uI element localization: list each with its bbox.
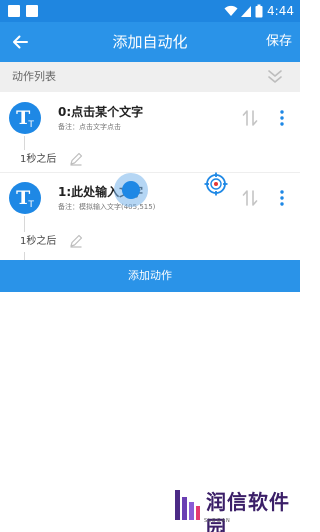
notification-square-icon	[26, 5, 38, 17]
action-list-header: 动作列表	[0, 62, 300, 92]
signal-icon	[241, 6, 251, 17]
text-action-icon: TT	[9, 182, 41, 214]
divider	[0, 172, 300, 173]
action-note: 备注：点击文字点击	[58, 123, 121, 131]
double-chevron-down-icon[interactable]	[266, 68, 284, 86]
timeline-connector	[24, 252, 25, 260]
avatar-sub-letter: T	[28, 120, 34, 130]
save-button[interactable]: 保存	[266, 32, 292, 52]
watermark-text: 润信软件园	[206, 490, 290, 532]
edit-pencil-icon[interactable]	[69, 234, 83, 248]
timeline-connector	[24, 136, 25, 150]
sort-handle-icon[interactable]	[240, 108, 260, 128]
avatar-sub-letter: T	[28, 200, 34, 210]
timeline-connector	[24, 216, 25, 232]
app-screen: 4:44 添加自动化 保存 动作列表 TT 0:点击某个文字 备注：点击文字点击	[0, 0, 300, 532]
add-action-button[interactable]: 添加动作	[0, 260, 300, 292]
section-title: 动作列表	[12, 70, 56, 83]
delay-row: 1秒之后	[0, 232, 300, 252]
app-toolbar: 添加自动化 保存	[0, 22, 300, 62]
delay-text: 1秒之后	[20, 236, 57, 247]
action-item[interactable]: TT 1:此处输入文字 备注：模拟输入文字(405,515)	[0, 178, 300, 238]
site-watermark: 润信软件园 SLOGAN	[172, 488, 296, 532]
delay-row: 1秒之后	[0, 150, 300, 170]
back-button[interactable]	[8, 30, 32, 54]
more-vertical-icon[interactable]	[276, 188, 288, 208]
delay-text: 1秒之后	[20, 154, 57, 165]
crosshair-target-icon[interactable]	[204, 172, 228, 196]
battery-icon	[255, 4, 263, 18]
page-title: 添加自动化	[112, 33, 188, 51]
touch-indicator	[114, 173, 148, 207]
arrow-left-icon	[13, 35, 28, 49]
status-time: 4:44	[267, 4, 294, 18]
wifi-icon	[224, 5, 238, 16]
more-vertical-icon[interactable]	[276, 108, 288, 128]
notification-square-icon	[8, 5, 20, 17]
site-logo-icon	[175, 490, 200, 520]
action-item[interactable]: TT 0:点击某个文字 备注：点击文字点击	[0, 98, 300, 158]
sort-handle-icon[interactable]	[240, 188, 260, 208]
action-title: 0:点击某个文字	[58, 105, 144, 119]
touch-indicator-center	[122, 181, 140, 199]
watermark-slogan: SLOGAN	[204, 518, 231, 524]
edit-pencil-icon[interactable]	[69, 152, 83, 166]
status-bar: 4:44	[0, 0, 300, 22]
text-action-icon: TT	[9, 102, 41, 134]
